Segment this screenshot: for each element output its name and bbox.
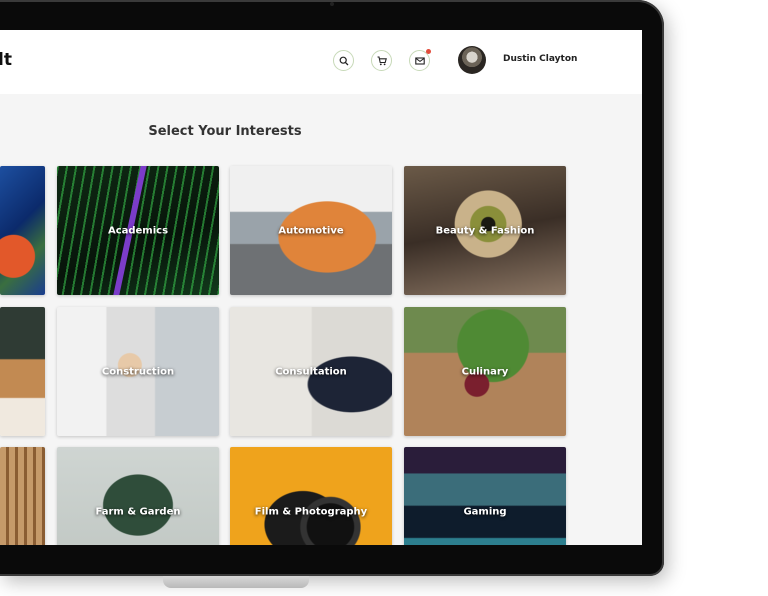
- search-icon: [339, 56, 348, 65]
- interest-tile-construction[interactable]: Construction: [57, 307, 219, 436]
- avatar[interactable]: [458, 46, 486, 74]
- screen: lt Dustin Clayton Select Your Interests …: [0, 30, 642, 545]
- mail-icon: [414, 56, 425, 65]
- user-name[interactable]: Dustin Clayton: [503, 54, 577, 64]
- interest-label: Film & Photography: [254, 506, 368, 517]
- interest-tile-hospitality[interactable]: [0, 307, 45, 436]
- interest-label: Beauty & Fashion: [435, 225, 535, 236]
- interest-tile-film-photography[interactable]: Film & Photography: [230, 447, 392, 545]
- interest-tile-academics[interactable]: Academics: [57, 166, 219, 295]
- camera-icon: [330, 2, 334, 6]
- top-navbar: lt Dustin Clayton: [0, 30, 642, 94]
- messages-button[interactable]: [409, 49, 431, 71]
- interest-tile-beauty-fashion[interactable]: Beauty & Fashion: [404, 166, 566, 295]
- interest-label: Academics: [107, 225, 169, 236]
- interest-label: Farm & Garden: [95, 506, 181, 517]
- brand-logo[interactable]: lt: [0, 50, 12, 70]
- interest-tile-gaming[interactable]: Gaming: [404, 447, 566, 545]
- interest-tile-consultation[interactable]: Consultation: [230, 307, 392, 436]
- interest-label: Culinary: [461, 366, 509, 377]
- interest-tile-design[interactable]: [0, 447, 45, 545]
- interest-label: Construction: [101, 366, 175, 377]
- interest-tile-art[interactable]: [0, 166, 45, 295]
- page-title: Select Your Interests: [148, 124, 302, 139]
- interest-tile-farm-garden[interactable]: Farm & Garden: [57, 447, 219, 545]
- cart-button[interactable]: [371, 50, 392, 71]
- interest-tile-culinary[interactable]: Culinary: [404, 307, 566, 436]
- interest-tile-automotive[interactable]: Automotive: [230, 166, 392, 295]
- search-button[interactable]: [333, 50, 354, 71]
- interest-label: Gaming: [463, 506, 507, 517]
- interest-label: Automotive: [278, 225, 344, 236]
- notification-dot: [426, 49, 431, 54]
- interest-label: Consultation: [275, 366, 347, 377]
- laptop-bezel: lt Dustin Clayton Select Your Interests …: [0, 0, 664, 576]
- cart-icon: [377, 55, 387, 65]
- laptop-stand: [163, 576, 309, 588]
